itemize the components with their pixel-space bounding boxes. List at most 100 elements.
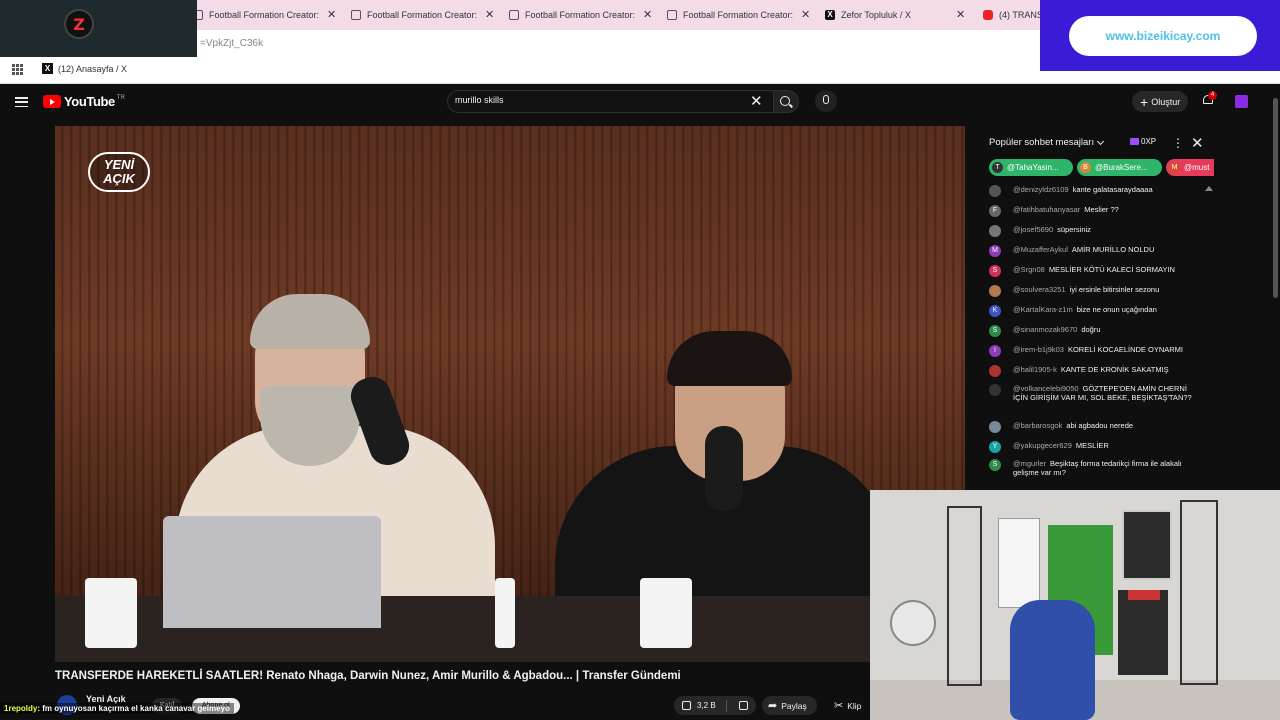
search-button[interactable] (773, 90, 799, 113)
promo-banner: www.bizeikicay.com (1040, 0, 1280, 71)
mug (640, 578, 692, 648)
chat-avatar[interactable]: S (989, 325, 1001, 337)
pinned-name: @must (1184, 163, 1210, 172)
account-avatar[interactable] (1235, 95, 1248, 108)
chat-avatar[interactable] (989, 225, 1001, 237)
chat-author[interactable]: @irem-b1j9k03 (1013, 345, 1064, 354)
clear-search-icon[interactable]: ✕ (750, 92, 763, 110)
notification-badge: 4 (1208, 91, 1217, 100)
share-button[interactable]: ➦ Paylaş (762, 696, 817, 715)
scrollbar-thumb[interactable] (1273, 98, 1278, 298)
pinned-chip[interactable]: T @TahaYasin... (989, 159, 1073, 176)
url-text[interactable]: =VpkZjt_C36k (200, 38, 263, 49)
chat-author[interactable]: @yakupgecer629 (1013, 441, 1072, 450)
close-icon[interactable]: ✕ (956, 8, 965, 21)
browser-tab-4[interactable]: Football Formation Creator: Re ✕ (667, 0, 815, 30)
chat-message: S @sinanmozak9670 doğru (989, 325, 1199, 337)
chat-text: süpersiniz (1057, 225, 1091, 234)
chat-message-body: @barbarosgok abi agbadou nerede (1013, 421, 1133, 430)
chat-avatar[interactable]: I (989, 345, 1001, 357)
close-chat-icon[interactable]: ✕ (1191, 134, 1204, 152)
bookmark-x-home[interactable]: X (12) Anasayfa / X (42, 63, 127, 74)
pinned-chip[interactable]: M @must (1166, 159, 1214, 176)
chat-avatar[interactable] (989, 384, 1001, 396)
browser-tab-5[interactable]: X Zefor Topluluk / X ✕ (825, 0, 973, 30)
plus-icon: + (1140, 93, 1149, 110)
browser-tab-1[interactable]: Football Formation Creator: Re ✕ (193, 0, 341, 30)
chat-avatar[interactable]: M (989, 245, 1001, 257)
chat-avatar[interactable]: Y (989, 441, 1001, 453)
xp-icon (1130, 138, 1139, 145)
chat-author[interactable]: @halil1905-k (1013, 365, 1057, 374)
chat-author[interactable]: @sinanmozak9670 (1013, 325, 1077, 334)
browser-tab-2[interactable]: Football Formation Creator: Re ✕ (351, 0, 499, 30)
chat-author[interactable]: @denizyldz6109 (1013, 185, 1069, 194)
page-scrollbar[interactable] (1271, 84, 1280, 490)
chat-author[interactable]: @Srgn08 (1013, 265, 1045, 274)
notifications-button[interactable]: 4 (1202, 91, 1217, 107)
chat-author[interactable]: @volkancelebi9050 (1013, 384, 1079, 393)
like-count[interactable]: 3,2 B (697, 701, 716, 710)
bookmark-label: (12) Anasayfa / X (58, 63, 128, 74)
chat-author[interactable]: @mgurler (1013, 459, 1046, 468)
thumbs-up-icon[interactable] (682, 701, 691, 710)
clip-button[interactable]: ✂ Klip (828, 696, 867, 715)
chat-author[interactable]: @KartalKara-z1m (1013, 305, 1073, 314)
chat-author[interactable]: @fatihbatuhanyasar (1013, 205, 1080, 214)
video-player[interactable] (55, 126, 965, 662)
close-icon[interactable]: ✕ (643, 8, 652, 21)
create-button[interactable]: + Oluştur (1132, 91, 1189, 112)
chat-message: S @Srgn08 MESLİER KÖTÜ KALECİ SORMAYIN (989, 265, 1199, 277)
host-right-hair (667, 331, 792, 386)
pinned-name: @TahaYasin... (1007, 163, 1059, 172)
youtube-logo[interactable]: YouTube TR (43, 94, 125, 109)
chat-avatar[interactable]: F (989, 205, 1001, 217)
chat-message-body: @fatihbatuhanyasar Meslier ?? (1013, 205, 1119, 214)
chat-avatar[interactable]: S (989, 265, 1001, 277)
xp-badge[interactable]: 0XP (1130, 137, 1156, 146)
chat-message: F @fatihbatuhanyasar Meslier ?? (989, 205, 1199, 217)
search-input[interactable] (455, 95, 735, 105)
pinned-name: @BurakSere... (1095, 163, 1148, 172)
chat-author[interactable]: @barbarosgok (1013, 421, 1062, 430)
host-left-hair (250, 294, 370, 349)
menu-icon[interactable] (15, 97, 28, 107)
chat-mode-dropdown[interactable]: Popüler sohbet mesajları (989, 137, 1105, 148)
browser-tab-3[interactable]: Football Formation Creator: Re ✕ (509, 0, 657, 30)
scroll-up-icon[interactable] (1205, 186, 1213, 191)
video-title: TRANSFERDE HAREKETLİ SAATLER! Renato Nha… (55, 670, 681, 682)
document-icon (667, 10, 677, 20)
chat-message-body: @soulvera3251 iyi ersinle bitirsinler sez… (1013, 285, 1159, 294)
chat-avatar[interactable]: S (989, 459, 1001, 471)
chat-text: AMİR MURİLLO NOLDU (1071, 245, 1155, 254)
scissors-icon: ✂ (834, 700, 844, 712)
chat-author[interactable]: @soulvera3251 (1013, 285, 1066, 294)
browser-tab-6[interactable]: (4) TRANSFE (983, 0, 1043, 30)
close-icon[interactable]: ✕ (801, 8, 810, 21)
stream-chat-ticker: 1repoldy: fm oynuyosan kaçırma el kanka … (0, 703, 234, 714)
jersey-sign (1128, 590, 1160, 600)
chat-author[interactable]: @josef5690 (1013, 225, 1053, 234)
chat-scrollbar[interactable] (1205, 186, 1214, 486)
chat-avatar[interactable] (989, 365, 1001, 377)
chat-text: Meslier ?? (1084, 205, 1119, 214)
chat-avatar[interactable] (989, 185, 1001, 197)
more-options-icon[interactable]: ⋮ (1172, 136, 1184, 150)
chat-avatar[interactable] (989, 285, 1001, 297)
mug (495, 578, 515, 648)
close-icon[interactable]: ✕ (485, 8, 494, 21)
chat-message: @barbarosgok abi agbadou nerede (989, 421, 1199, 433)
chat-author[interactable]: @MuzafferAykul (1013, 245, 1068, 254)
voice-search-button[interactable] (815, 90, 837, 112)
close-icon[interactable]: ✕ (327, 8, 336, 21)
shelf-left (947, 506, 982, 686)
chat-avatar[interactable] (989, 421, 1001, 433)
chat-message-body: @josef5690 süpersiniz (1013, 225, 1091, 234)
chat-avatar[interactable]: K (989, 305, 1001, 317)
laptop (163, 516, 381, 628)
apps-grid-icon[interactable] (12, 64, 23, 75)
thumbs-down-icon[interactable] (738, 701, 748, 710)
pinned-chip[interactable]: B @BurakSere... (1077, 159, 1162, 176)
tab-title: Football Formation Creator: Re (683, 10, 795, 20)
youtube-icon (983, 10, 993, 20)
